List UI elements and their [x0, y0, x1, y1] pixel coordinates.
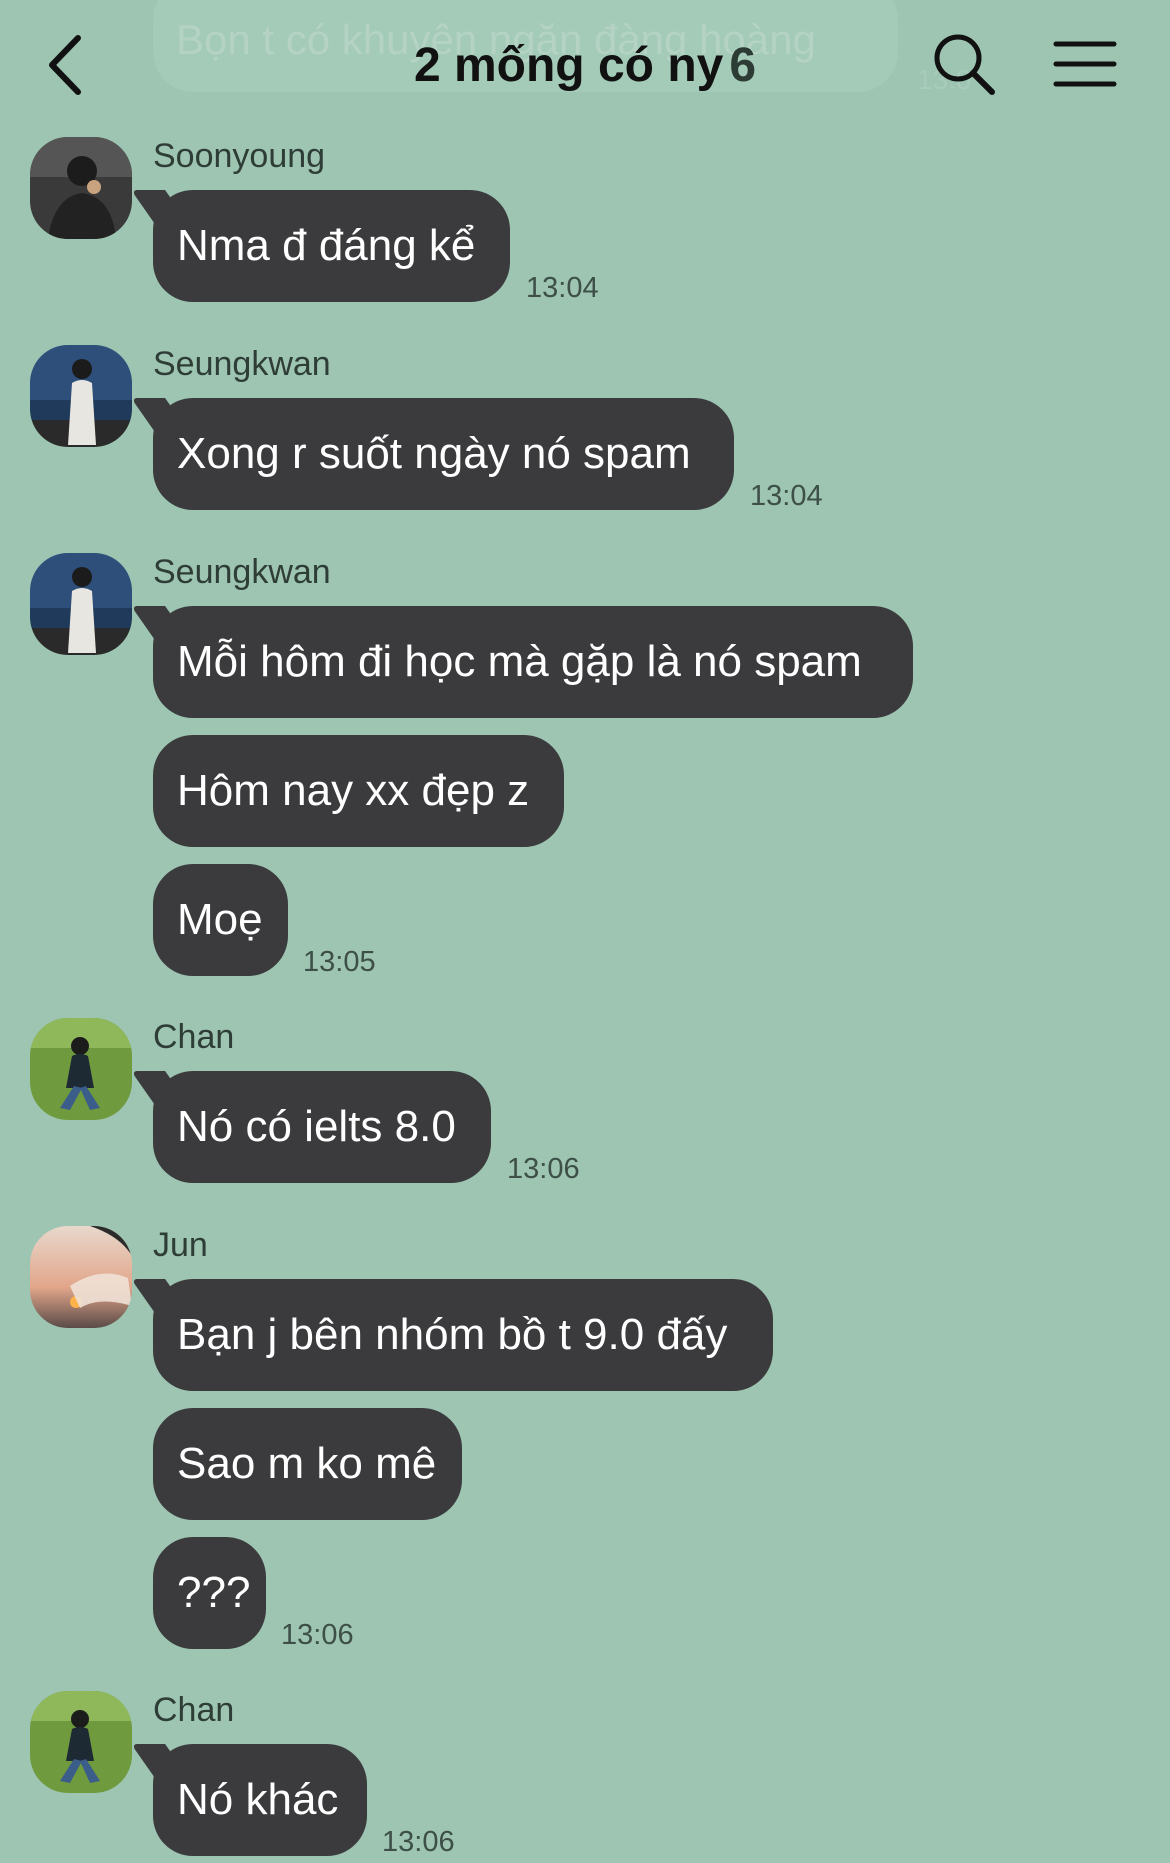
avatar-seungkwan[interactable] — [30, 345, 132, 447]
avatar-soonyoung[interactable] — [30, 137, 132, 239]
search-button[interactable] — [930, 30, 1000, 100]
message-time: 13:04 — [526, 272, 599, 304]
sender-name: Seungkwan — [153, 345, 331, 383]
message-time: 13:06 — [281, 1619, 354, 1651]
sender-name: Seungkwan — [153, 553, 331, 591]
menu-button[interactable] — [1050, 34, 1120, 94]
avatar-seungkwan[interactable] — [30, 553, 132, 655]
message-bubble[interactable]: Moẹ — [153, 864, 288, 976]
search-icon — [934, 34, 995, 95]
sender-name: Soonyoung — [153, 137, 326, 175]
message-bubble[interactable]: Nó có ielts 8.0 — [153, 1071, 491, 1183]
sender-name: Chan — [153, 1691, 235, 1729]
message-bubble[interactable]: Mỗi hôm đi học mà gặp là nó spam — [153, 606, 913, 718]
chat-title-text: 2 mống có ny — [413, 39, 724, 92]
member-count: 6 — [729, 39, 757, 92]
chat-header: 2 mống có ny 6 — [0, 0, 1170, 130]
message-time: 13:04 — [750, 480, 823, 512]
message-time: 13:06 — [507, 1153, 580, 1185]
message-bubble[interactable]: Xong r suốt ngày nó spam — [153, 398, 734, 510]
avatar-chan[interactable] — [30, 1691, 132, 1793]
sender-name: Jun — [153, 1226, 208, 1264]
sender-name: Chan — [153, 1018, 235, 1056]
avatar-chan[interactable] — [30, 1018, 132, 1120]
avatar-jun[interactable] — [30, 1226, 132, 1328]
message-bubble[interactable]: Nma đ đáng kể — [153, 190, 510, 302]
message-bubble[interactable]: ??? — [153, 1537, 266, 1649]
message-bubble[interactable]: Nó khác — [153, 1744, 367, 1856]
message-time: 13:05 — [303, 946, 376, 978]
message-bubble[interactable]: Sao m ko mê — [153, 1408, 462, 1520]
message-time: 13:06 — [382, 1826, 455, 1858]
message-bubble[interactable]: Hôm nay xx đẹp z — [153, 735, 564, 847]
hamburger-menu-icon — [1053, 41, 1117, 87]
message-bubble[interactable]: Bạn j bên nhóm bồ t 9.0 đấy — [153, 1279, 773, 1391]
